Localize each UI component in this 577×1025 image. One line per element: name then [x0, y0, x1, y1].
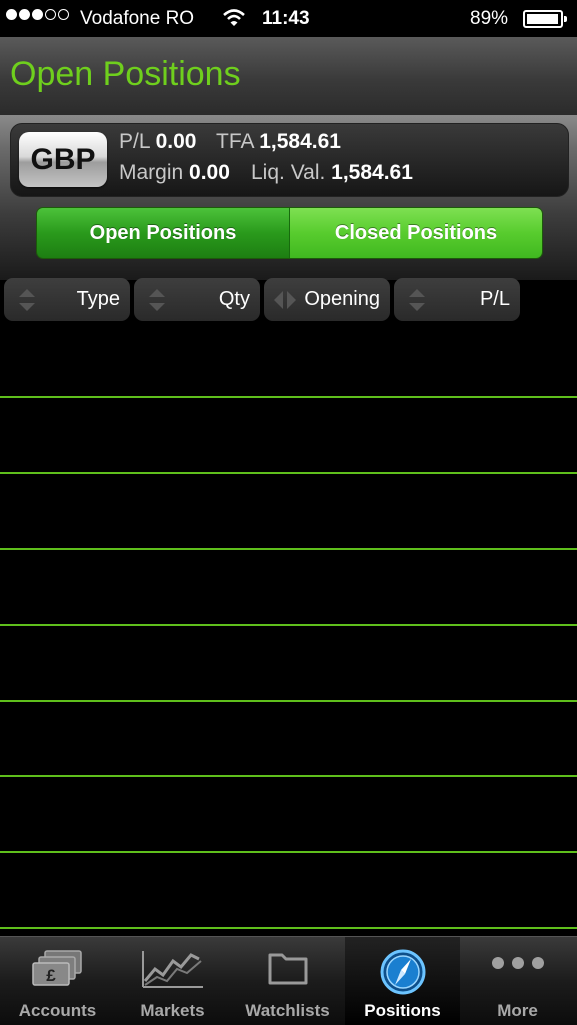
liq-val-stat: Liq. Val. 1,584.61: [251, 161, 413, 185]
column-label-type: Type: [76, 288, 120, 310]
navigation-bar: Open Positions: [0, 37, 577, 116]
tab-label-watchlists: Watchlists: [245, 1001, 330, 1020]
clock: 11:43: [262, 8, 310, 29]
money-stack-icon: £: [29, 947, 87, 996]
more-dots-icon: [490, 955, 546, 976]
row-separator: [0, 624, 577, 626]
battery-icon: [523, 10, 567, 28]
signal-strength-icon: [6, 9, 69, 20]
page-title: Open Positions: [10, 55, 241, 93]
liq-val-label: Liq. Val.: [251, 161, 326, 184]
row-separator: [0, 927, 577, 929]
column-header-pl[interactable]: P/L: [394, 278, 520, 321]
folder-icon: [266, 947, 310, 992]
pl-stat: P/L 0.00: [119, 130, 196, 154]
tab-label-positions: Positions: [364, 1001, 441, 1020]
liq-val-value: 1,584.61: [331, 161, 413, 184]
chart-trend-icon: [141, 947, 205, 996]
tab-label-markets: Markets: [140, 1001, 205, 1020]
account-summary: GBP P/L 0.00 TFA 1,584.61 Margin 0.00 Li…: [10, 123, 569, 197]
sort-left-right-icon: [271, 286, 299, 319]
account-summary-area: GBP P/L 0.00 TFA 1,584.61 Margin 0.00 Li…: [0, 115, 577, 280]
battery-percentage: 89%: [470, 8, 509, 29]
tab-label-accounts: Accounts: [18, 1001, 97, 1020]
carrier-name: Vodafone RO: [80, 8, 195, 29]
tab-markets[interactable]: Markets: [115, 937, 230, 1025]
svg-text:£: £: [46, 966, 56, 985]
currency-button[interactable]: GBP: [19, 132, 107, 187]
column-label-opening: Opening: [304, 288, 380, 310]
status-bar: Vodafone RO 11:43 89%: [0, 0, 577, 37]
tfa-value: 1,584.61: [259, 130, 341, 153]
tab-accounts[interactable]: £ Accounts: [0, 937, 115, 1025]
tfa-stat: TFA 1,584.61: [216, 130, 341, 154]
row-separator: [0, 396, 577, 398]
closed-positions-tab[interactable]: Closed Positions: [290, 208, 542, 258]
tab-bar: £ Accounts Markets Watchlists Positions …: [0, 936, 577, 1025]
row-separator: [0, 548, 577, 550]
row-separator: [0, 700, 577, 702]
wifi-icon: [222, 8, 246, 34]
open-positions-tab[interactable]: Open Positions: [37, 208, 290, 258]
margin-label: Margin: [119, 161, 184, 184]
pl-value: 0.00: [155, 130, 197, 153]
compass-icon: [378, 947, 428, 1002]
positions-segmented-control: Open Positions Closed Positions: [36, 207, 543, 259]
margin-value: 0.00: [189, 161, 230, 184]
sort-up-down-icon: [406, 286, 428, 319]
tfa-label: TFA: [216, 130, 254, 153]
tab-more[interactable]: More: [460, 937, 575, 1025]
column-label-pl: P/L: [479, 288, 510, 310]
tab-positions[interactable]: Positions: [345, 937, 460, 1025]
row-separator: [0, 851, 577, 853]
tab-label-more: More: [497, 1001, 538, 1020]
row-separator: [0, 775, 577, 777]
sort-up-down-icon: [16, 286, 38, 319]
pl-label: P/L: [119, 130, 150, 153]
column-label-qty: Qty: [218, 288, 250, 310]
margin-stat: Margin 0.00: [119, 161, 230, 185]
column-header-type[interactable]: Type: [4, 278, 130, 321]
column-header-opening[interactable]: Opening: [264, 278, 390, 321]
column-header-qty[interactable]: Qty: [134, 278, 260, 321]
row-separator: [0, 472, 577, 474]
sort-up-down-icon: [146, 286, 168, 319]
tab-watchlists[interactable]: Watchlists: [230, 937, 345, 1025]
